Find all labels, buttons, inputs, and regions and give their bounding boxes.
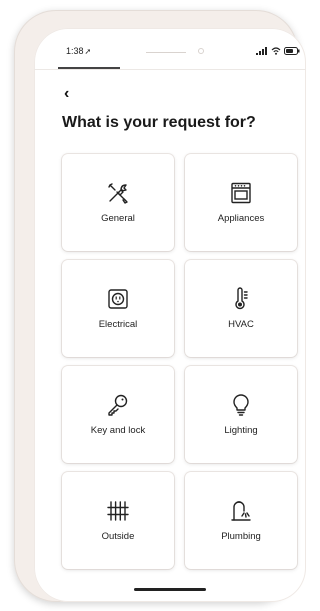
status-indicators: [256, 47, 300, 55]
home-indicator[interactable]: [134, 588, 206, 591]
time-text: 1:38: [66, 46, 84, 56]
category-label: Appliances: [217, 213, 265, 224]
category-hvac[interactable]: HVAC: [185, 260, 297, 357]
page-title: What is your request for?: [62, 114, 256, 131]
signal-icon: [256, 47, 267, 55]
category-label: Electrical: [98, 319, 138, 330]
category-outside[interactable]: Outside: [62, 472, 174, 569]
category-general[interactable]: General: [62, 154, 174, 251]
app-screen: 1:38➚ ‹ What is your request for? Genera…: [34, 28, 306, 602]
category-lighting[interactable]: Lighting: [185, 366, 297, 463]
category-grid: General Appliances Electrical HVAC Key a…: [62, 154, 302, 569]
notch-camera: [198, 48, 204, 54]
notch-speaker: [146, 52, 186, 53]
category-plumbing[interactable]: Plumbing: [185, 472, 297, 569]
tools-icon: [108, 183, 128, 204]
category-label: Outside: [101, 531, 135, 542]
location-arrow-icon: ➚: [84, 47, 92, 56]
back-button[interactable]: ‹: [64, 86, 69, 102]
key-icon: [108, 394, 128, 416]
outlet-icon: [108, 289, 128, 309]
lightbulb-icon: [233, 394, 249, 416]
wifi-icon: [271, 47, 281, 55]
status-bar: 1:38➚: [34, 28, 306, 69]
faucet-icon: [231, 501, 251, 521]
category-label: General: [101, 213, 135, 224]
battery-icon: [284, 47, 300, 55]
category-key-and-lock[interactable]: Key and lock: [62, 366, 174, 463]
category-label: Key and lock: [90, 425, 146, 436]
category-appliances[interactable]: Appliances: [185, 154, 297, 251]
header-divider: [34, 69, 306, 70]
category-label: Lighting: [224, 425, 258, 436]
status-time: 1:38➚: [66, 46, 91, 56]
fence-icon: [107, 501, 129, 521]
oven-icon: [231, 182, 251, 204]
category-label: Plumbing: [221, 531, 261, 542]
thermometer-icon: [235, 287, 248, 310]
category-electrical[interactable]: Electrical: [62, 260, 174, 357]
category-label: HVAC: [228, 319, 254, 330]
phone-frame: 1:38➚ ‹ What is your request for? Genera…: [14, 10, 306, 602]
